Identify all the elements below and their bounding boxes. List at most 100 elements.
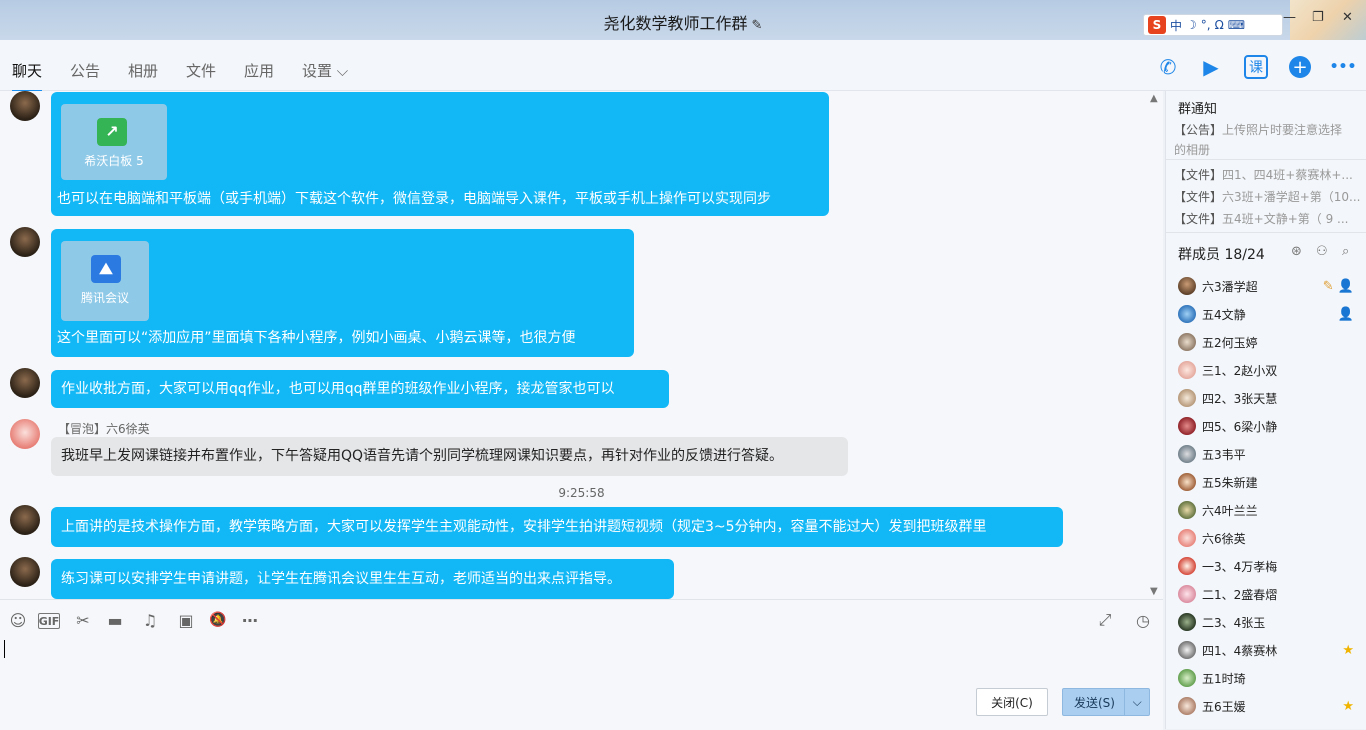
member-item[interactable]: 六6徐英 <box>1178 526 1358 550</box>
scroll-up-arrow-icon[interactable]: ▲ <box>1150 93 1158 104</box>
tab-chat[interactable]: 聊天 <box>12 60 43 93</box>
message-bubble[interactable]: ↗ 希沃白板 5 也可以在电脑端和平板端（或手机端）下载这个软件，微信登录，电脑… <box>51 92 829 216</box>
close-button[interactable]: 关闭(C) <box>976 688 1048 716</box>
member-item[interactable]: 二3、4张玉 <box>1178 610 1358 634</box>
music-icon[interactable]: ♫ <box>139 610 161 630</box>
title-bar: 尧化数学教师工作群 ✎ S 中 ☽ °, Ω ⌨ — ❐ ✕ <box>0 0 1366 70</box>
message-bubble[interactable]: ⛰ 腾讯会议 这个里面可以“添加应用”里面填下各种小程序，例如小画桌、小鹅云课等… <box>51 229 634 357</box>
member-name: 四1、4蔡赛林 <box>1202 643 1278 658</box>
expand-icon[interactable]: ⤢ <box>1094 610 1116 630</box>
message-bubble[interactable]: 练习课可以安排学生申请讲题，让学生在腾讯会议里生生互动，老师适当的出来点评指导。 <box>51 559 674 599</box>
ime-chinese-mode-icon[interactable]: 中 <box>1170 17 1182 34</box>
sogou-logo-icon: S <box>1148 16 1166 34</box>
invite-member-icon[interactable]: ⚇ <box>1316 244 1328 259</box>
member-item[interactable]: 四5、6梁小静 <box>1178 414 1358 438</box>
avatar <box>1178 305 1196 323</box>
message-text: 这个里面可以“添加应用”里面填下各种小程序，例如小画桌、小鹅云课等，也很方便 <box>57 330 576 346</box>
send-options-chevron-down-icon[interactable]: ⌵ <box>1124 689 1149 715</box>
avatar[interactable] <box>10 368 40 398</box>
group-side-panel: 群通知 【公告】上传照片时要注意选择 的相册 【文件】四1、四4班+蔡赛林+..… <box>1165 91 1366 729</box>
file-notice-item[interactable]: 【文件】五4班+文静+第（ 9 ... <box>1174 210 1362 227</box>
ime-headset-icon[interactable]: Ω <box>1215 18 1224 32</box>
member-item[interactable]: 二1、2盛春熠 <box>1178 582 1358 606</box>
avatar <box>1178 613 1196 631</box>
avatar[interactable] <box>10 419 40 449</box>
message-bubble[interactable]: 作业收批方面，大家可以用qq作业，也可以用qq群里的班级作业小程序，接龙管家也可… <box>51 370 669 408</box>
avatar[interactable] <box>10 91 40 121</box>
course-button[interactable]: 课 <box>1243 54 1269 80</box>
maximize-button[interactable]: ❐ <box>1312 10 1324 25</box>
group-name: 尧化数学教师工作群 <box>603 14 748 33</box>
sender-name[interactable]: 【冒泡】六6徐英 <box>58 420 150 437</box>
avatar[interactable] <box>10 505 40 535</box>
group-notice-title: 群通知 <box>1178 102 1218 117</box>
message-bubble[interactable]: 我班早上发网课链接并布置作业，下午答疑用QQ语音先请个别同学梳理网课知识要点，再… <box>51 437 848 476</box>
edit-name-icon[interactable]: ✎ <box>752 18 763 33</box>
chat-messages[interactable]: ▲ ↗ 希沃白板 5 也可以在电脑端和平板端（或手机端）下载这个软件，微信登录，… <box>0 91 1163 599</box>
close-window-button[interactable]: ✕ <box>1342 10 1353 25</box>
history-clock-icon[interactable]: ◷ <box>1132 610 1154 630</box>
member-settings-icon[interactable]: ⊛ <box>1291 244 1302 259</box>
course-icon: 课 <box>1244 55 1268 79</box>
input-area[interactable]: ☺ GIF ✂ ▬ ♫ ▣ 🔕 ⋯ ⤢ ◷ 关闭(C) 发送(S) ⌵ <box>0 599 1163 730</box>
member-item[interactable]: 五5朱新建 <box>1178 470 1358 494</box>
ime-toolbar[interactable]: S 中 ☽ °, Ω ⌨ <box>1143 14 1283 36</box>
announcement-text: 上传照片时要注意选择 <box>1222 123 1343 137</box>
tab-bar: 聊天 公告 相册 文件 应用 设置 ⌵ ✆ ▶ 课 + ••• <box>0 40 1366 93</box>
announcement-item[interactable]: 【公告】上传照片时要注意选择 <box>1174 121 1362 138</box>
member-item[interactable]: 五6王媛 ★ <box>1178 694 1358 718</box>
member-name: 五1时琦 <box>1202 671 1246 686</box>
ime-punctuation-icon[interactable]: °, <box>1201 18 1211 32</box>
member-item[interactable]: 四1、4蔡赛林 ★ <box>1178 638 1358 662</box>
video-call-icon[interactable]: ▶ <box>1198 54 1224 80</box>
minimize-button[interactable]: — <box>1283 10 1296 25</box>
avatar[interactable] <box>10 557 40 587</box>
member-item[interactable]: 五1时琦 <box>1178 666 1358 690</box>
avatar <box>1178 361 1196 379</box>
screenshot-scissors-icon[interactable]: ✂ <box>72 610 94 630</box>
emoji-icon[interactable]: ☺ <box>7 610 29 630</box>
member-item[interactable]: 五2何玉婷 <box>1178 330 1358 354</box>
star-icon: ★ <box>1342 642 1354 658</box>
plus-icon: + <box>1289 56 1311 78</box>
member-item[interactable]: 五3韦平 <box>1178 442 1358 466</box>
search-member-icon[interactable]: ⌕ <box>1342 244 1349 259</box>
avatar[interactable] <box>10 227 40 257</box>
more-icon[interactable]: ••• <box>1330 54 1357 80</box>
member-item[interactable]: 三1、2赵小双 <box>1178 358 1358 382</box>
file-attachment[interactable]: ↗ 希沃白板 5 <box>61 104 167 180</box>
member-item[interactable]: 五4文静 👤 <box>1178 302 1358 326</box>
member-item[interactable]: 六4叶兰兰 <box>1178 498 1358 522</box>
file-name: 六3班+潘学超+第（10... <box>1222 190 1361 204</box>
phone-call-icon[interactable]: ✆ <box>1155 54 1181 80</box>
file-attachment[interactable]: ⛰ 腾讯会议 <box>61 241 149 321</box>
member-item[interactable]: 四2、3张天慧 <box>1178 386 1358 410</box>
file-notice-item[interactable]: 【文件】六3班+潘学超+第（10... <box>1174 188 1362 205</box>
tab-settings[interactable]: 设置 ⌵ <box>302 60 348 81</box>
member-item[interactable]: 六3潘学超 ✎ 👤 <box>1178 274 1358 298</box>
add-app-button[interactable]: + <box>1287 54 1313 80</box>
avatar <box>1178 669 1196 687</box>
more-tools-icon[interactable]: ⋯ <box>239 610 261 630</box>
tab-album[interactable]: 相册 <box>128 60 158 81</box>
ime-keyboard-icon[interactable]: ⌨ <box>1228 18 1245 32</box>
tab-announcement[interactable]: 公告 <box>70 60 100 81</box>
member-name: 五6王媛 <box>1202 699 1246 714</box>
file-notice-item[interactable]: 【文件】四1、四4班+蔡赛林+... <box>1174 166 1362 183</box>
owner-badge-icon: ✎ 👤 <box>1322 278 1354 294</box>
scroll-down-arrow-icon[interactable]: ▼ <box>1150 586 1158 597</box>
message-bubble[interactable]: 上面讲的是技术操作方面，教学策略方面，大家可以发挥学生主观能动性，安排学生拍讲题… <box>51 507 1063 547</box>
tab-files[interactable]: 文件 <box>186 60 216 81</box>
gif-icon[interactable]: GIF <box>38 613 60 629</box>
timestamp: 9:25:58 <box>558 486 605 500</box>
member-item[interactable]: 一3、4万孝梅 <box>1178 554 1358 578</box>
text-cursor <box>4 640 5 658</box>
folder-icon[interactable]: ▬ <box>104 610 126 630</box>
send-button[interactable]: 发送(S) ⌵ <box>1062 688 1150 716</box>
mute-bell-icon[interactable]: 🔕 <box>207 610 229 630</box>
avatar <box>1178 417 1196 435</box>
tab-apps[interactable]: 应用 <box>244 60 274 81</box>
ime-moon-icon[interactable]: ☽ <box>1186 18 1197 32</box>
attachment-name: 希沃白板 5 <box>84 154 144 168</box>
image-icon[interactable]: ▣ <box>175 610 197 630</box>
